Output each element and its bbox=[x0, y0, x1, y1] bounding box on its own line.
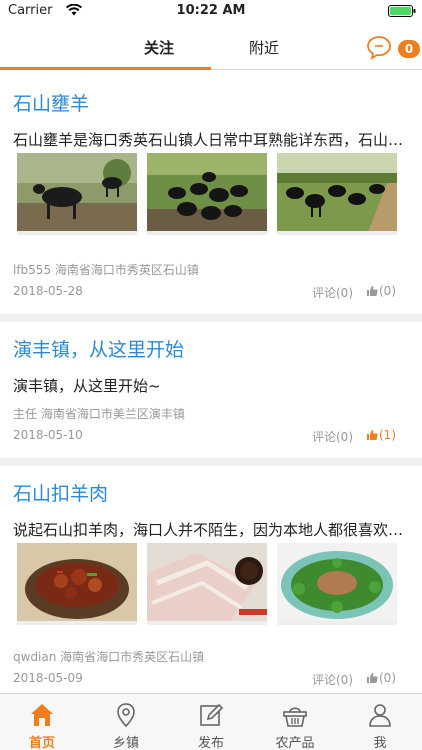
post-image[interactable] bbox=[147, 543, 267, 625]
post-card[interactable]: 演丰镇，从这里开始 演丰镇，从这里开始~ 主任 海南省海口市美兰区演丰镇 201… bbox=[0, 322, 422, 458]
tab-follow[interactable]: 关注 bbox=[144, 37, 174, 58]
post-author-location: qwdian 海南省海口市秀英区石山镇 bbox=[13, 650, 205, 664]
message-count-badge: 0 bbox=[398, 40, 420, 58]
comments-button[interactable]: 评论(0) bbox=[312, 671, 353, 688]
like-count: (0) bbox=[379, 671, 396, 685]
home-icon bbox=[31, 704, 53, 726]
top-nav: 关注 附近 0 bbox=[0, 22, 422, 70]
thumbs-up-icon bbox=[367, 673, 378, 683]
tabbar-item-home[interactable]: 首页 bbox=[0, 694, 84, 750]
post-card[interactable]: 石山壅羊 石山壅羊是海口秀英石山镇人日常中耳熟能详东西，石山壅羊 lfb555 … bbox=[0, 71, 422, 314]
post-title[interactable]: 演丰镇，从这里开始 bbox=[13, 335, 184, 362]
post-title[interactable]: 石山壅羊 bbox=[13, 89, 89, 116]
comments-button[interactable]: 评论(0) bbox=[312, 284, 353, 301]
clock: 10:22 AM bbox=[176, 3, 246, 18]
like-button[interactable]: (0) bbox=[366, 671, 396, 685]
post-excerpt: 石山壅羊是海口秀英石山镇人日常中耳熟能详东西，石山壅羊 bbox=[13, 131, 405, 149]
post-excerpt: 说起石山扣羊肉，海口人并不陌生，因为本地人都很喜欢吃扣羊肉 bbox=[13, 521, 405, 539]
post-excerpt: 演丰镇，从这里开始~ bbox=[13, 377, 161, 395]
post-image[interactable] bbox=[17, 543, 137, 625]
edit-icon bbox=[200, 703, 224, 726]
tab-nearby[interactable]: 附近 bbox=[249, 37, 279, 58]
tabbar-item-products[interactable]: 农产品 bbox=[253, 694, 337, 750]
post-image[interactable] bbox=[277, 153, 397, 235]
post-image[interactable] bbox=[17, 153, 137, 235]
bottom-tab-bar: 首页 乡镇 发布 农产品 我 bbox=[0, 693, 422, 750]
feed: 石山壅羊 石山壅羊是海口秀英石山镇人日常中耳熟能详东西，石山壅羊 lfb555 … bbox=[0, 71, 422, 693]
tabbar-item-publish[interactable]: 发布 bbox=[169, 694, 253, 750]
post-image[interactable] bbox=[147, 153, 267, 235]
post-image[interactable] bbox=[277, 543, 397, 625]
tabbar-label: 农产品 bbox=[275, 736, 315, 750]
message-icon[interactable] bbox=[366, 35, 396, 61]
battery-icon bbox=[388, 5, 416, 21]
tabbar-item-towns[interactable]: 乡镇 bbox=[84, 694, 168, 750]
thumbs-up-icon bbox=[367, 430, 378, 440]
post-author-location: lfb555 海南省海口市秀英区石山镇 bbox=[13, 263, 199, 277]
post-author-location: 主任 海南省海口市美兰区演丰镇 bbox=[13, 407, 185, 421]
comments-button[interactable]: 评论(0) bbox=[312, 428, 353, 445]
basket-icon bbox=[283, 707, 307, 727]
tabbar-label: 首页 bbox=[28, 736, 55, 750]
post-title[interactable]: 石山扣羊肉 bbox=[13, 479, 108, 506]
tabbar-item-me[interactable]: 我 bbox=[338, 694, 422, 750]
like-button[interactable]: (1) bbox=[366, 428, 396, 442]
post-card[interactable]: 石山扣羊肉 说起石山扣羊肉，海口人并不陌生，因为本地人都很喜欢吃扣羊肉 qwdi… bbox=[0, 466, 422, 693]
location-pin-icon bbox=[117, 703, 135, 728]
post-date: 2018-05-28 bbox=[13, 284, 83, 298]
like-count: (0) bbox=[379, 284, 396, 298]
tabbar-label: 发布 bbox=[197, 736, 224, 750]
tabbar-label: 我 bbox=[373, 736, 387, 750]
like-count: (1) bbox=[379, 428, 396, 442]
like-button[interactable]: (0) bbox=[366, 284, 396, 298]
tabbar-label: 乡镇 bbox=[112, 736, 139, 750]
person-icon bbox=[369, 704, 391, 727]
post-date: 2018-05-10 bbox=[13, 428, 83, 442]
post-date: 2018-05-09 bbox=[13, 671, 83, 685]
status-bar: Carrier 10:22 AM bbox=[0, 0, 422, 22]
active-tab-indicator bbox=[0, 67, 211, 70]
thumbs-up-icon bbox=[367, 286, 378, 296]
